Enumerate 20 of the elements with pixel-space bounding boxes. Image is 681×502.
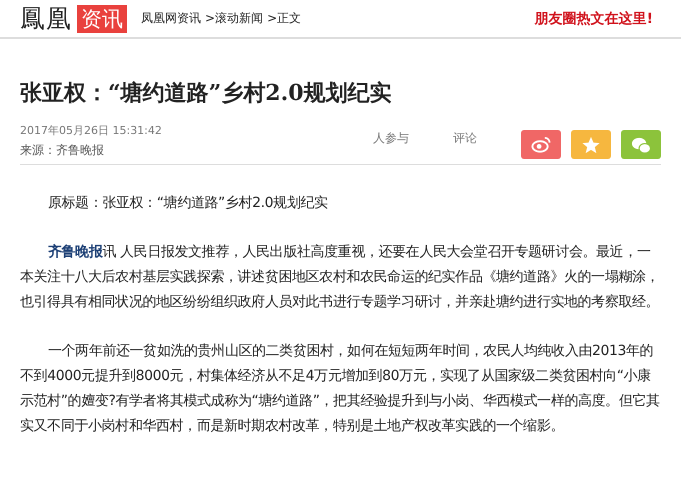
promo-link[interactable]: 朋友圈热文在这里! <box>534 10 661 28</box>
share-button[interactable] <box>521 130 561 159</box>
publish-date: 2017年05月26日 15:31:42 <box>20 123 162 138</box>
breadcrumb-link[interactable]: 凤凰网资讯 <box>141 10 201 27</box>
breadcrumb-link[interactable]: >正文 <box>267 10 302 27</box>
source-link[interactable]: 齐鲁晚报 <box>48 244 102 260</box>
participants-count[interactable]: 人参与 <box>373 130 409 152</box>
comments-link[interactable]: 评论 <box>453 130 477 152</box>
article-paragraph: 齐鲁晚报讯 人民日报发文推荐，人民出版社高度重视，还要在人民大会堂召开专题研讨会。最近，一本关注十八大后农村基层实践探索，讲述贫困地区农村和农民命运的纪实作品《塘约道路》火的一塌糊涂，也引得具有相同状况的地区纷纷组织政府人员对此书进行专题学习研讨，并亲赴塘约进行实地的考察取经。 <box>20 242 660 312</box>
site-logo[interactable]: 鳳凰 <box>20 2 72 35</box>
article-source: 来源：齐鲁晚报 <box>20 142 105 159</box>
weibo-icon <box>530 134 552 154</box>
star-icon <box>580 134 602 154</box>
share-button[interactable] <box>571 130 611 159</box>
share-button[interactable] <box>621 130 661 159</box>
article-paragraph: 原标题：张亚权：“塘约道路”乡村2.0规划纪实 <box>47 194 329 213</box>
article-paragraph: 一个两年前还一贫如洗的贵州山区的二类贫困村，如何在短短两年时间，农民人均纯收入由2013年的不到4000元提升到8000元，村集体经济从不足4万元增加到80万元，实现了从国家级二类贫困村向“小康示范村”的嬗变?有学者将其模式成称为“塘约道路”，把其经验提升到与小岗、华西模式一样的高度。但它其实又不同于小岗村和华西村，而是新时期农村改革，特别是土地产权改革实践的一个缩影。 <box>20 342 661 436</box>
breadcrumb-link[interactable]: >滚动新闻 <box>205 10 264 27</box>
section-badge[interactable]: 资讯 <box>77 4 127 32</box>
article-title: 张亚权：“塘约道路”乡村2.0规划纪实 <box>20 79 393 108</box>
